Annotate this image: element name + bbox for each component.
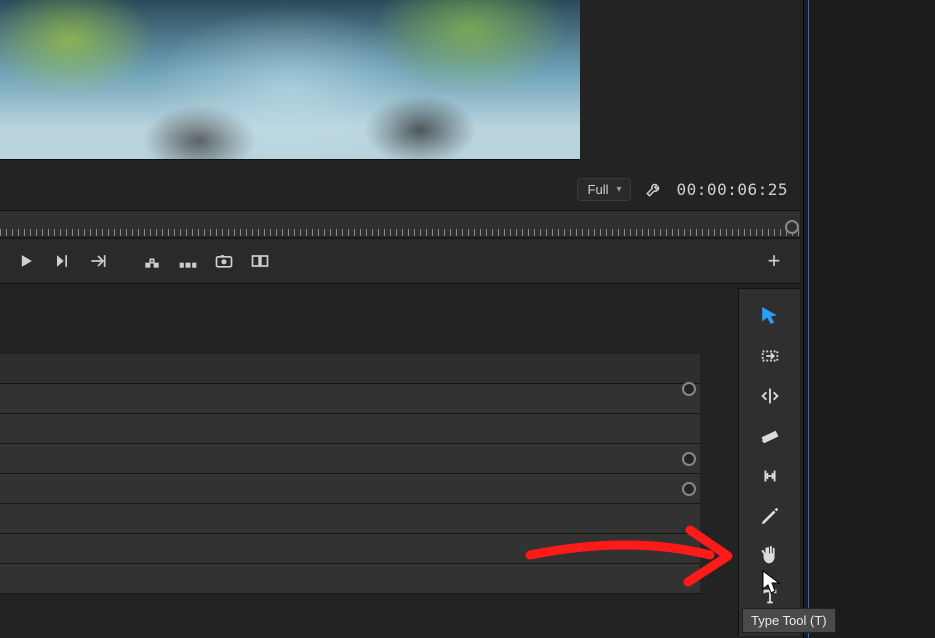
track-resize-handle[interactable] (682, 382, 696, 396)
timeline-tracks[interactable] (0, 284, 730, 638)
track-resize-handle[interactable] (682, 482, 696, 496)
preview-info-bar: Full ▾ 00:00:06:25 (0, 175, 800, 203)
button-editor-add[interactable]: + (756, 248, 792, 274)
dock-divider[interactable] (808, 0, 809, 638)
go-next-edit-button[interactable] (80, 243, 116, 279)
track-row[interactable] (0, 384, 700, 414)
track-row[interactable] (0, 414, 700, 444)
zoom-scroll-handle[interactable] (785, 220, 799, 234)
pen-tool[interactable] (751, 497, 789, 535)
hand-tool[interactable] (751, 537, 789, 575)
track-row[interactable] (0, 444, 700, 474)
export-frame-button[interactable] (206, 243, 242, 279)
ripple-edit-tool[interactable] (751, 377, 789, 415)
extract-button[interactable] (170, 243, 206, 279)
track-group (0, 354, 700, 594)
track-resize-handle[interactable] (682, 452, 696, 466)
playback-resolution-dropdown[interactable]: Full ▾ (577, 178, 631, 201)
comparison-view-button[interactable] (242, 243, 278, 279)
right-dock-area (803, 0, 935, 638)
track-row[interactable] (0, 474, 700, 504)
step-forward-button[interactable] (44, 243, 80, 279)
play-button[interactable] (8, 243, 44, 279)
slip-tool[interactable] (751, 457, 789, 495)
tooltip: Type Tool (T) (742, 608, 836, 633)
tool-palette (738, 288, 800, 636)
timecode-display[interactable]: 00:00:06:25 (677, 180, 788, 199)
wrench-icon[interactable] (645, 180, 663, 198)
track-select-tool[interactable] (751, 337, 789, 375)
razor-tool[interactable] (751, 417, 789, 455)
track-row[interactable] (0, 354, 700, 384)
program-monitor-preview[interactable] (0, 0, 580, 160)
selection-tool[interactable] (751, 297, 789, 335)
track-row[interactable] (0, 534, 700, 564)
timeline-ruler[interactable] (0, 210, 800, 236)
transport-toolbar: + (0, 238, 800, 284)
track-row[interactable] (0, 564, 700, 594)
chevron-down-icon: ▾ (617, 184, 622, 195)
lift-button[interactable] (134, 243, 170, 279)
playback-resolution-label: Full (588, 182, 609, 197)
track-row[interactable] (0, 504, 700, 534)
app-root: Full ▾ 00:00:06:25 (0, 0, 935, 638)
